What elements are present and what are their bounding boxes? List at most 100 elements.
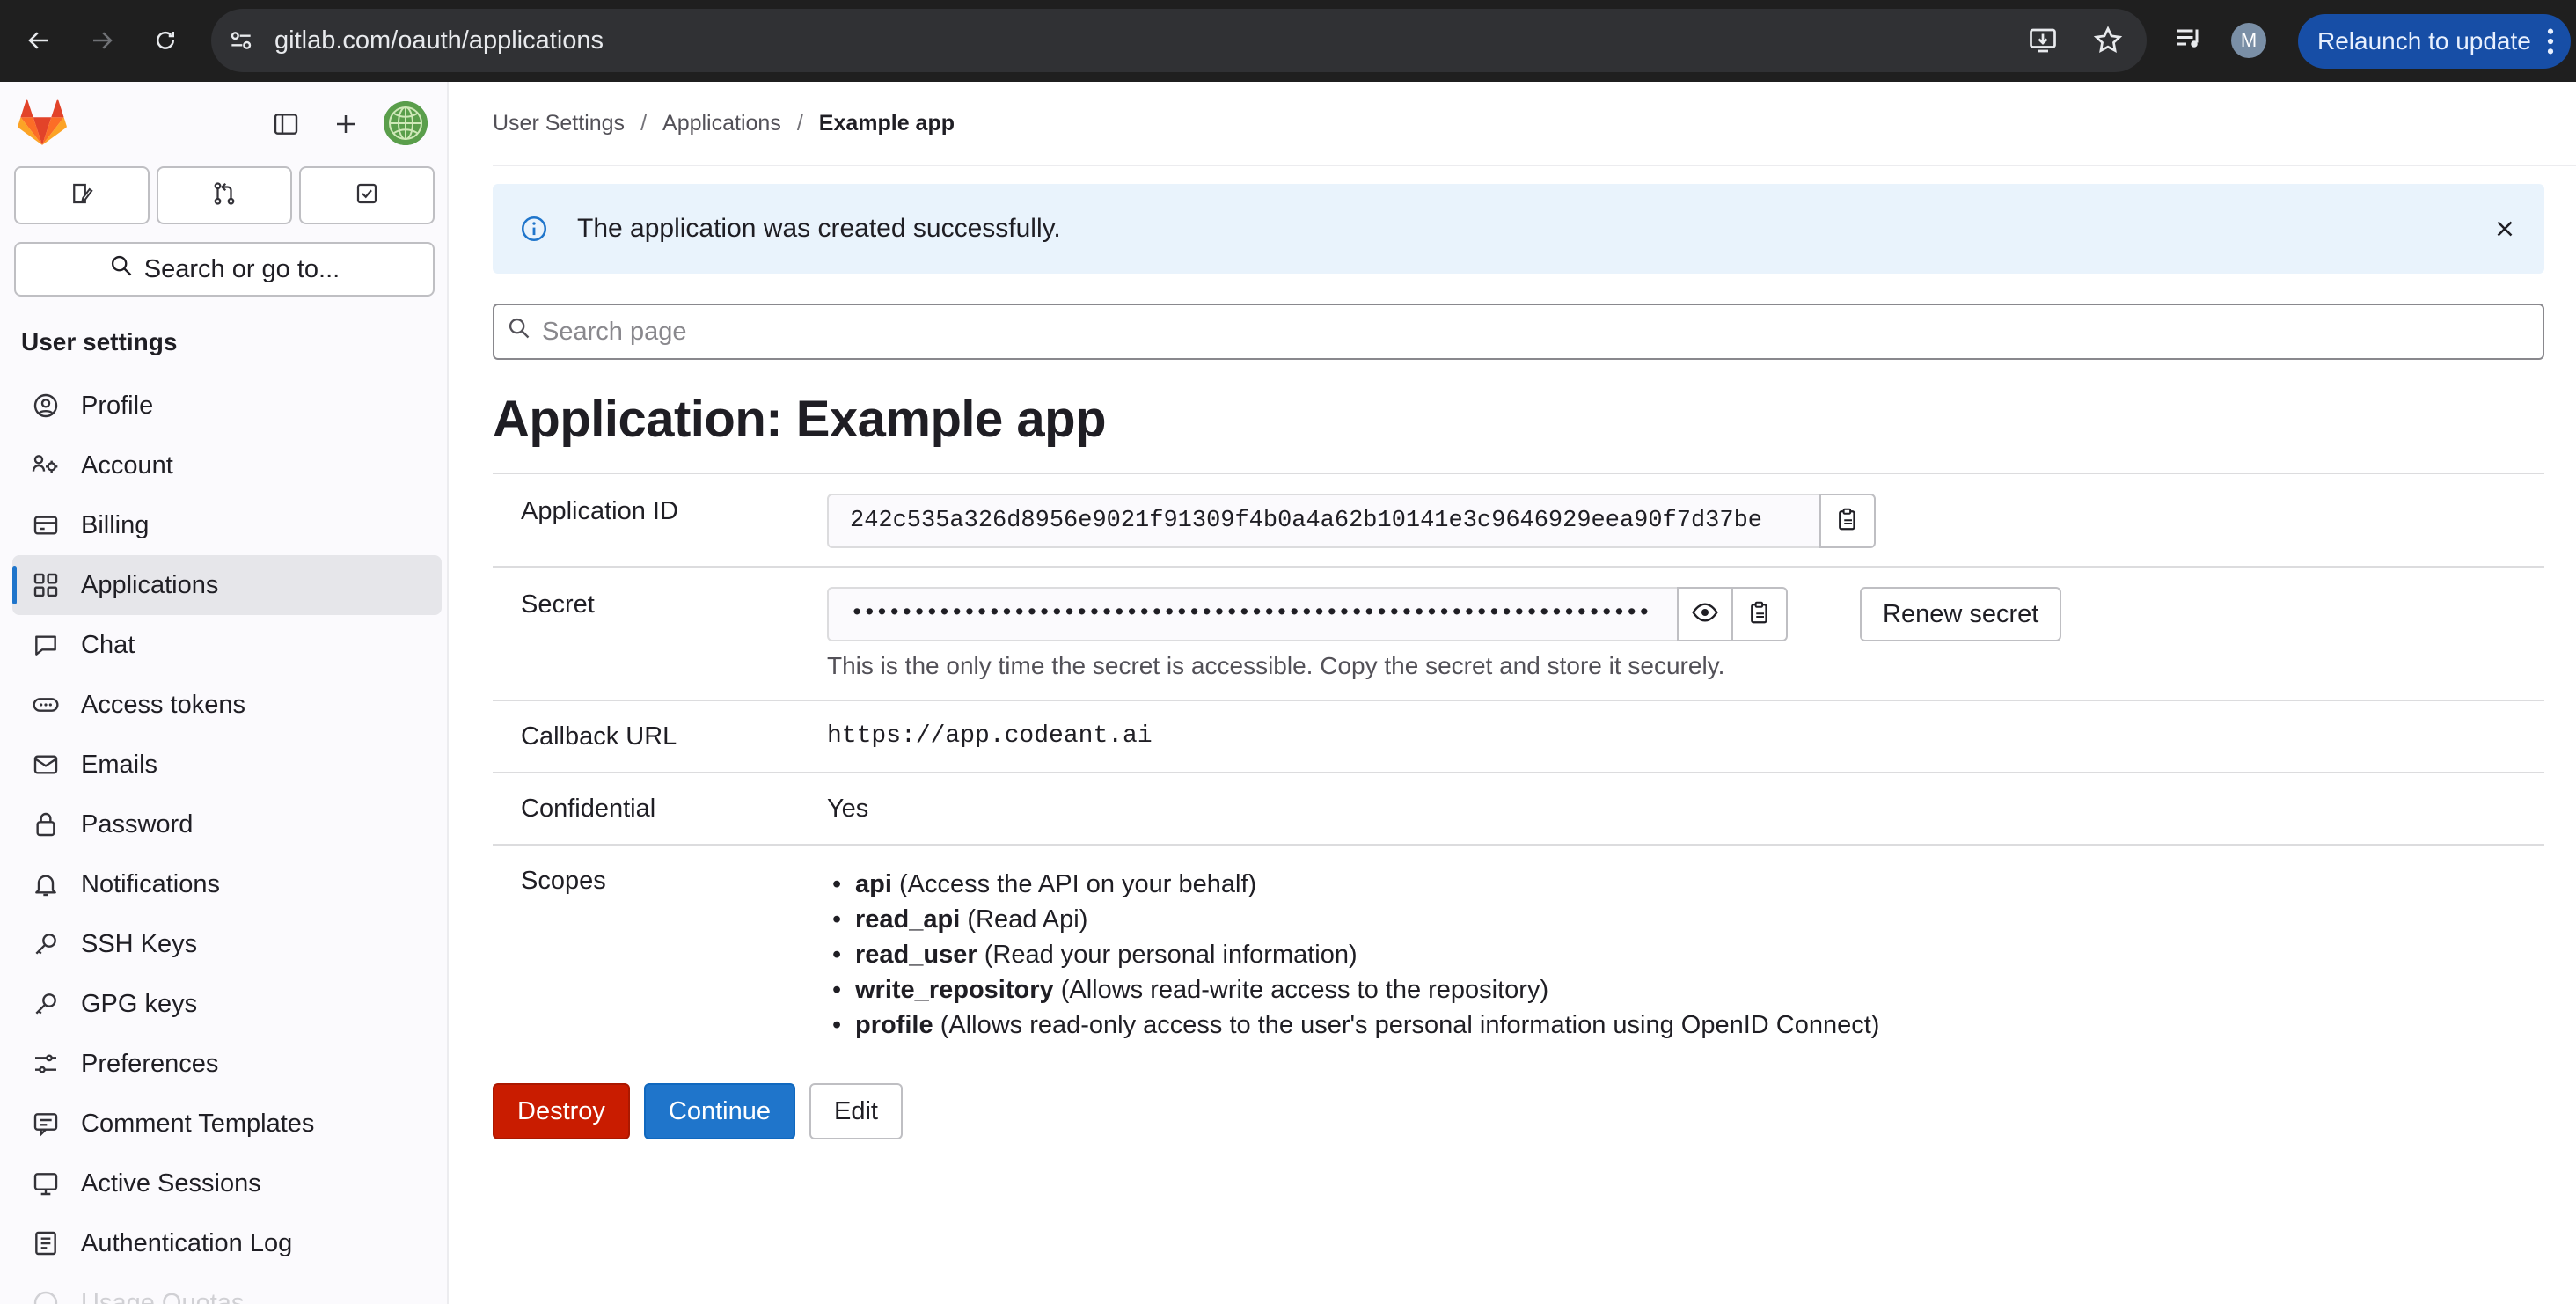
install-app-icon[interactable] — [2027, 25, 2059, 61]
sidebar-item-active-sessions[interactable]: Active Sessions — [12, 1154, 442, 1213]
media-queue-icon[interactable] — [2173, 23, 2205, 59]
sidebar-nav: Profile Account Billing Applications Cha… — [12, 376, 442, 1304]
todo-button[interactable] — [299, 166, 435, 224]
sidebar-item-preferences[interactable]: Preferences — [12, 1034, 442, 1094]
copy-icon — [1746, 599, 1773, 630]
sidebar-item-label: Password — [81, 810, 194, 839]
scope-item: profile (Allows read-only access to the … — [827, 1007, 1879, 1043]
breadcrumb-applications[interactable]: Applications — [662, 111, 781, 136]
sidebar-item-label: Comment Templates — [81, 1109, 315, 1138]
sidebar-item-label: SSH Keys — [81, 929, 198, 958]
sidebar-item-authentication-log[interactable]: Authentication Log — [12, 1213, 442, 1273]
sidebar-search-button[interactable]: Search or go to... — [14, 242, 435, 297]
sidebar-item-comment-templates[interactable]: Comment Templates — [12, 1094, 442, 1154]
sidebar-item-applications[interactable]: Applications — [12, 555, 442, 615]
applications-icon — [30, 569, 62, 601]
sidebar-item-ssh-keys[interactable]: SSH Keys — [12, 914, 442, 974]
edit-button[interactable]: Edit — [809, 1083, 903, 1139]
confidential-label: Confidential — [521, 795, 656, 823]
scope-desc: (Allows read-write access to the reposit… — [1060, 976, 1549, 1004]
sidebar-item-password[interactable]: Password — [12, 795, 442, 854]
user-avatar[interactable] — [384, 101, 428, 145]
scope-name: profile — [855, 1011, 933, 1039]
merge-request-icon — [211, 180, 238, 211]
eye-icon — [1691, 598, 1719, 631]
confidential-value: Yes — [827, 795, 869, 823]
plus-icon[interactable] — [328, 106, 363, 142]
scope-item: read_api (Read Api) — [827, 902, 1879, 937]
secret-field[interactable]: ••••••••••••••••••••••••••••••••••••••••… — [827, 587, 1679, 641]
renew-secret-button[interactable]: Renew secret — [1860, 587, 2062, 641]
breadcrumb: User Settings / Applications / Example a… — [493, 82, 2576, 166]
sidebar-item-label: Profile — [81, 391, 154, 420]
todo-icon — [354, 180, 380, 211]
app-id-label: Application ID — [521, 497, 678, 525]
gitlab-logo-icon[interactable] — [18, 99, 67, 147]
reveal-secret-button[interactable] — [1677, 587, 1733, 641]
row-callback-url: Callback URL https://app.codeant.ai — [493, 701, 2544, 773]
app-id-field[interactable]: 242c535a326d8956e9021f91309f4b0a4a62b101… — [827, 494, 1821, 548]
sidebar: Search or go to... User settings Profile… — [0, 82, 449, 1304]
breadcrumb-separator: / — [640, 110, 648, 136]
sidebar-item-billing[interactable]: Billing — [12, 495, 442, 555]
sidebar-header — [0, 82, 449, 166]
sidebar-item-usage-quotas[interactable]: Usage Quotas — [12, 1273, 442, 1304]
sidebar-item-label: Applications — [81, 570, 219, 599]
copy-app-id-button[interactable] — [1819, 494, 1876, 548]
info-icon — [519, 214, 549, 248]
sidebar-toggle-icon[interactable] — [268, 106, 304, 142]
sidebar-item-label: Notifications — [81, 869, 220, 898]
relaunch-button[interactable]: Relaunch to update — [2298, 14, 2571, 69]
close-icon[interactable] — [2492, 216, 2518, 246]
scope-desc: (Read Api) — [967, 905, 1088, 934]
bell-icon — [30, 868, 62, 900]
main-content: User Settings / Applications / Example a… — [450, 82, 2576, 1304]
more-vert-icon[interactable] — [2546, 26, 2555, 62]
row-scopes: Scopes api (Access the API on your behal… — [493, 846, 2544, 1050]
sidebar-item-account[interactable]: Account — [12, 436, 442, 495]
sidebar-item-access-tokens[interactable]: Access tokens — [12, 675, 442, 735]
sidebar-item-label: Active Sessions — [81, 1168, 261, 1198]
destroy-button[interactable]: Destroy — [493, 1083, 630, 1139]
breadcrumb-current[interactable]: Example app — [819, 111, 955, 136]
sidebar-item-chat[interactable]: Chat — [12, 615, 442, 675]
back-icon[interactable] — [18, 19, 60, 62]
row-secret: Secret •••••••••••••••••••••••••••••••••… — [493, 568, 2544, 701]
session-icon — [30, 1168, 62, 1199]
merge-requests-button[interactable] — [157, 166, 292, 224]
preferences-icon — [30, 1048, 62, 1080]
billing-icon — [30, 509, 62, 541]
browser-toolbar: gitlab.com/oauth/applications M Relaunch… — [0, 0, 2576, 82]
quota-icon — [30, 1287, 62, 1304]
scope-desc: (Read your personal information) — [984, 941, 1358, 969]
sidebar-item-emails[interactable]: Emails — [12, 735, 442, 795]
success-alert: The application was created successfully… — [493, 184, 2544, 274]
account-icon — [30, 450, 62, 481]
breadcrumb-user-settings[interactable]: User Settings — [493, 111, 625, 136]
address-bar[interactable]: gitlab.com/oauth/applications — [211, 9, 2147, 72]
copy-secret-button[interactable] — [1731, 587, 1788, 641]
action-buttons: Destroy Continue Edit — [493, 1083, 903, 1139]
chat-icon — [30, 629, 62, 661]
page-title: Application: Example app — [493, 391, 1107, 448]
bookmark-star-icon[interactable] — [2092, 25, 2124, 61]
forward-icon[interactable] — [81, 19, 123, 62]
profile-avatar[interactable]: M — [2231, 23, 2266, 58]
page-search-input[interactable]: Search page — [493, 304, 2544, 360]
sidebar-item-label: Usage Quotas — [81, 1288, 245, 1304]
reload-icon[interactable] — [144, 19, 187, 62]
page-search-placeholder: Search page — [542, 317, 687, 346]
sidebar-item-notifications[interactable]: Notifications — [12, 854, 442, 914]
site-settings-icon[interactable] — [227, 26, 255, 55]
sidebar-item-profile[interactable]: Profile — [12, 376, 442, 436]
sidebar-heading: User settings — [21, 328, 178, 355]
scope-name: read_user — [855, 941, 977, 969]
issues-button[interactable] — [14, 166, 150, 224]
scope-desc: (Allows read-only access to the user's p… — [940, 1011, 1880, 1039]
application-details-table: Application ID 242c535a326d8956e9021f913… — [493, 473, 2544, 1050]
scope-item: api (Access the API on your behalf) — [827, 867, 1879, 902]
continue-button[interactable]: Continue — [643, 1083, 796, 1139]
search-icon — [507, 316, 531, 348]
sidebar-item-gpg-keys[interactable]: GPG keys — [12, 974, 442, 1034]
scopes-list: api (Access the API on your behalf) read… — [827, 867, 1879, 1043]
